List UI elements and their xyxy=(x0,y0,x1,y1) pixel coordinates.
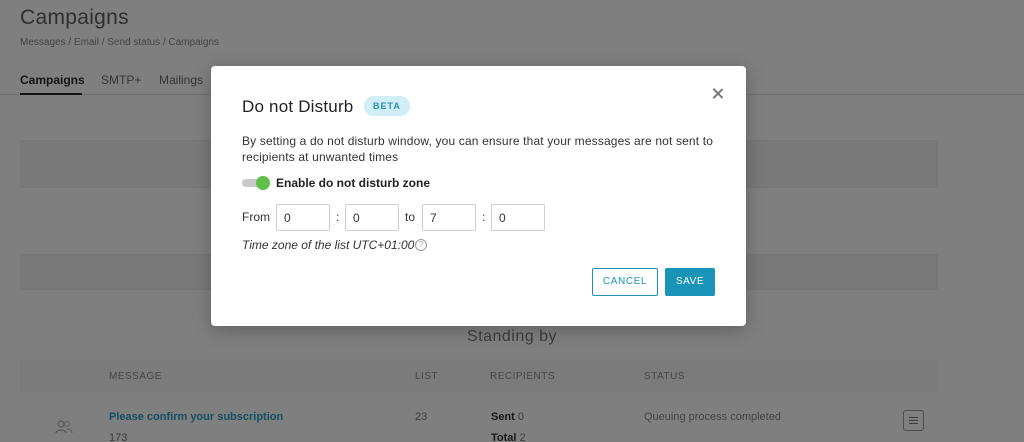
to-hour-input[interactable] xyxy=(422,204,476,231)
from-label: From xyxy=(242,210,270,224)
help-icon[interactable]: ? xyxy=(415,239,427,251)
to-separator: : xyxy=(482,210,486,224)
from-minute-input[interactable] xyxy=(345,204,399,231)
to-minute-input[interactable] xyxy=(491,204,545,231)
do-not-disturb-dialog: Do not Disturb BETA By setting a do not … xyxy=(211,66,746,326)
to-label: to xyxy=(405,210,416,224)
save-button[interactable]: SAVE xyxy=(665,268,715,296)
cancel-button[interactable]: CANCEL xyxy=(592,268,658,296)
dialog-title: Do not Disturb xyxy=(242,97,354,116)
dialog-description: By setting a do not disturb window, you … xyxy=(242,134,714,164)
from-separator: : xyxy=(336,210,340,224)
timezone-note: Time zone of the list UTC+01:00 xyxy=(242,238,415,252)
close-icon[interactable] xyxy=(708,84,728,104)
dnd-toggle[interactable] xyxy=(242,176,270,190)
toggle-knob xyxy=(256,176,270,190)
toggle-label: Enable do not disturb zone xyxy=(276,176,430,190)
beta-badge: BETA xyxy=(364,96,410,116)
from-hour-input[interactable] xyxy=(276,204,330,231)
